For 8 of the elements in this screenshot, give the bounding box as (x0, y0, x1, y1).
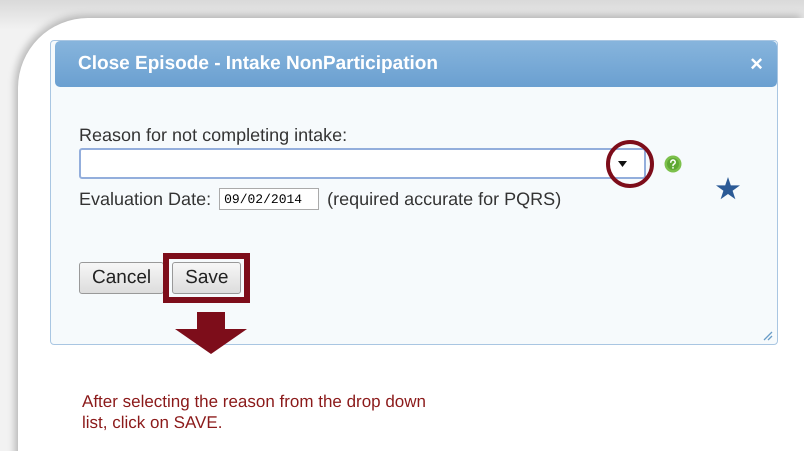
dialog-button[interactable]: Save (172, 262, 242, 294)
date-field[interactable]: 09/02/2014 (219, 188, 320, 210)
dialog-title: Close Episode - Intake NonParticipation (78, 53, 438, 75)
dialog-button[interactable]: Cancel (79, 262, 164, 294)
reason-label: Reason for not completing intake: (79, 125, 348, 145)
instruction-text: After selecting the reason from the drop down list, click on SAVE. (82, 391, 427, 433)
date-note: (required accurate for PQRS) (327, 188, 562, 210)
evaluation-date-label: Evaluation Date: (79, 188, 212, 210)
